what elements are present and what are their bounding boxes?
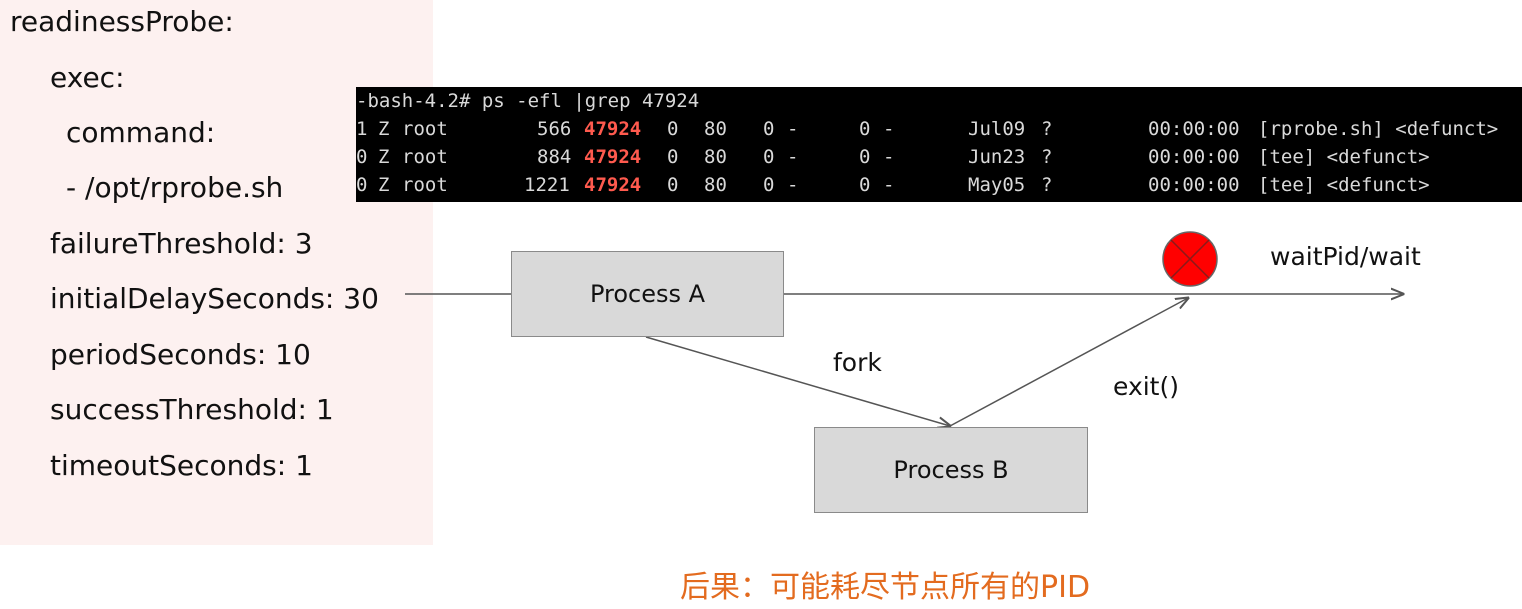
cell-sz: 0 (859, 146, 871, 168)
cell-ppid: 47924 (584, 174, 642, 196)
wait-label: waitPid/wait (1270, 242, 1421, 271)
cell-addr: - (787, 174, 799, 196)
cell-time: 00:00:00 (1148, 118, 1240, 140)
cell-cmd: [tee] <defunct> (1258, 174, 1430, 196)
terminal-output: -bash-4.2# ps -efl |grep 47924 1 Z root … (356, 87, 1522, 202)
cell-tty: ? (1041, 118, 1053, 140)
cell-f: 0 (356, 174, 368, 196)
cell-s: Z (378, 118, 390, 140)
cell-ppid: 47924 (584, 146, 642, 168)
cell-stime: Jul09 (968, 118, 1026, 140)
cell-pid: 1221 (524, 174, 570, 196)
cell-user: root (402, 118, 448, 140)
cell-wchan: - (883, 174, 895, 196)
cell-c: 0 (667, 174, 679, 196)
exit-arrow (949, 298, 1188, 427)
cell-cmd: [rprobe.sh] <defunct> (1258, 118, 1499, 140)
cell-pri: 80 (704, 146, 727, 168)
cell-user: root (402, 146, 448, 168)
cell-addr: - (787, 118, 799, 140)
consequence-note: 后果：可能耗尽节点所有的PID (680, 570, 1091, 605)
cell-time: 00:00:00 (1148, 174, 1240, 196)
cell-wchan: - (883, 146, 895, 168)
exit-label: exit() (1113, 372, 1179, 401)
cell-f: 0 (356, 146, 368, 168)
cell-pri: 80 (704, 174, 727, 196)
cell-pri: 80 (704, 118, 727, 140)
fork-label: fork (833, 348, 882, 377)
cell-pid: 566 (537, 118, 572, 140)
cell-s: Z (378, 174, 390, 196)
cell-stime: Jun23 (968, 146, 1026, 168)
cell-ni: 0 (763, 146, 775, 168)
cell-ni: 0 (763, 118, 775, 140)
terminal-row: 0 Z root 884 47924 0 80 0 - 0 - Jun23 ? … (356, 148, 1522, 170)
process-a-box: Process A (511, 251, 784, 337)
cell-pid: 884 (537, 146, 572, 168)
error-x-icon (1162, 231, 1218, 287)
cell-f: 1 (356, 118, 368, 140)
cell-wchan: - (883, 118, 895, 140)
terminal-prompt: -bash-4.2# ps -efl |grep 47924 (356, 90, 700, 112)
cell-cmd: [tee] <defunct> (1258, 146, 1430, 168)
cell-c: 0 (667, 118, 679, 140)
process-a-label: Process A (589, 280, 706, 308)
fork-arrow (645, 336, 950, 426)
cell-tty: ? (1041, 146, 1053, 168)
cell-ppid: 47924 (584, 118, 642, 140)
cell-sz: 0 (859, 118, 871, 140)
cell-c: 0 (667, 146, 679, 168)
process-b-box: Process B (814, 427, 1088, 513)
process-b-label: Process B (893, 456, 1009, 484)
cell-stime: May05 (968, 174, 1026, 196)
terminal-row: 0 Z root 1221 47924 0 80 0 - 0 - May05 ?… (356, 176, 1522, 198)
cell-time: 00:00:00 (1148, 146, 1240, 168)
cell-ni: 0 (763, 174, 775, 196)
terminal-row: 1 Z root 566 47924 0 80 0 - 0 - Jul09 ? … (356, 120, 1522, 142)
cell-addr: - (787, 146, 799, 168)
cell-sz: 0 (859, 174, 871, 196)
cell-user: root (402, 174, 448, 196)
cell-tty: ? (1041, 174, 1053, 196)
cell-s: Z (378, 146, 390, 168)
